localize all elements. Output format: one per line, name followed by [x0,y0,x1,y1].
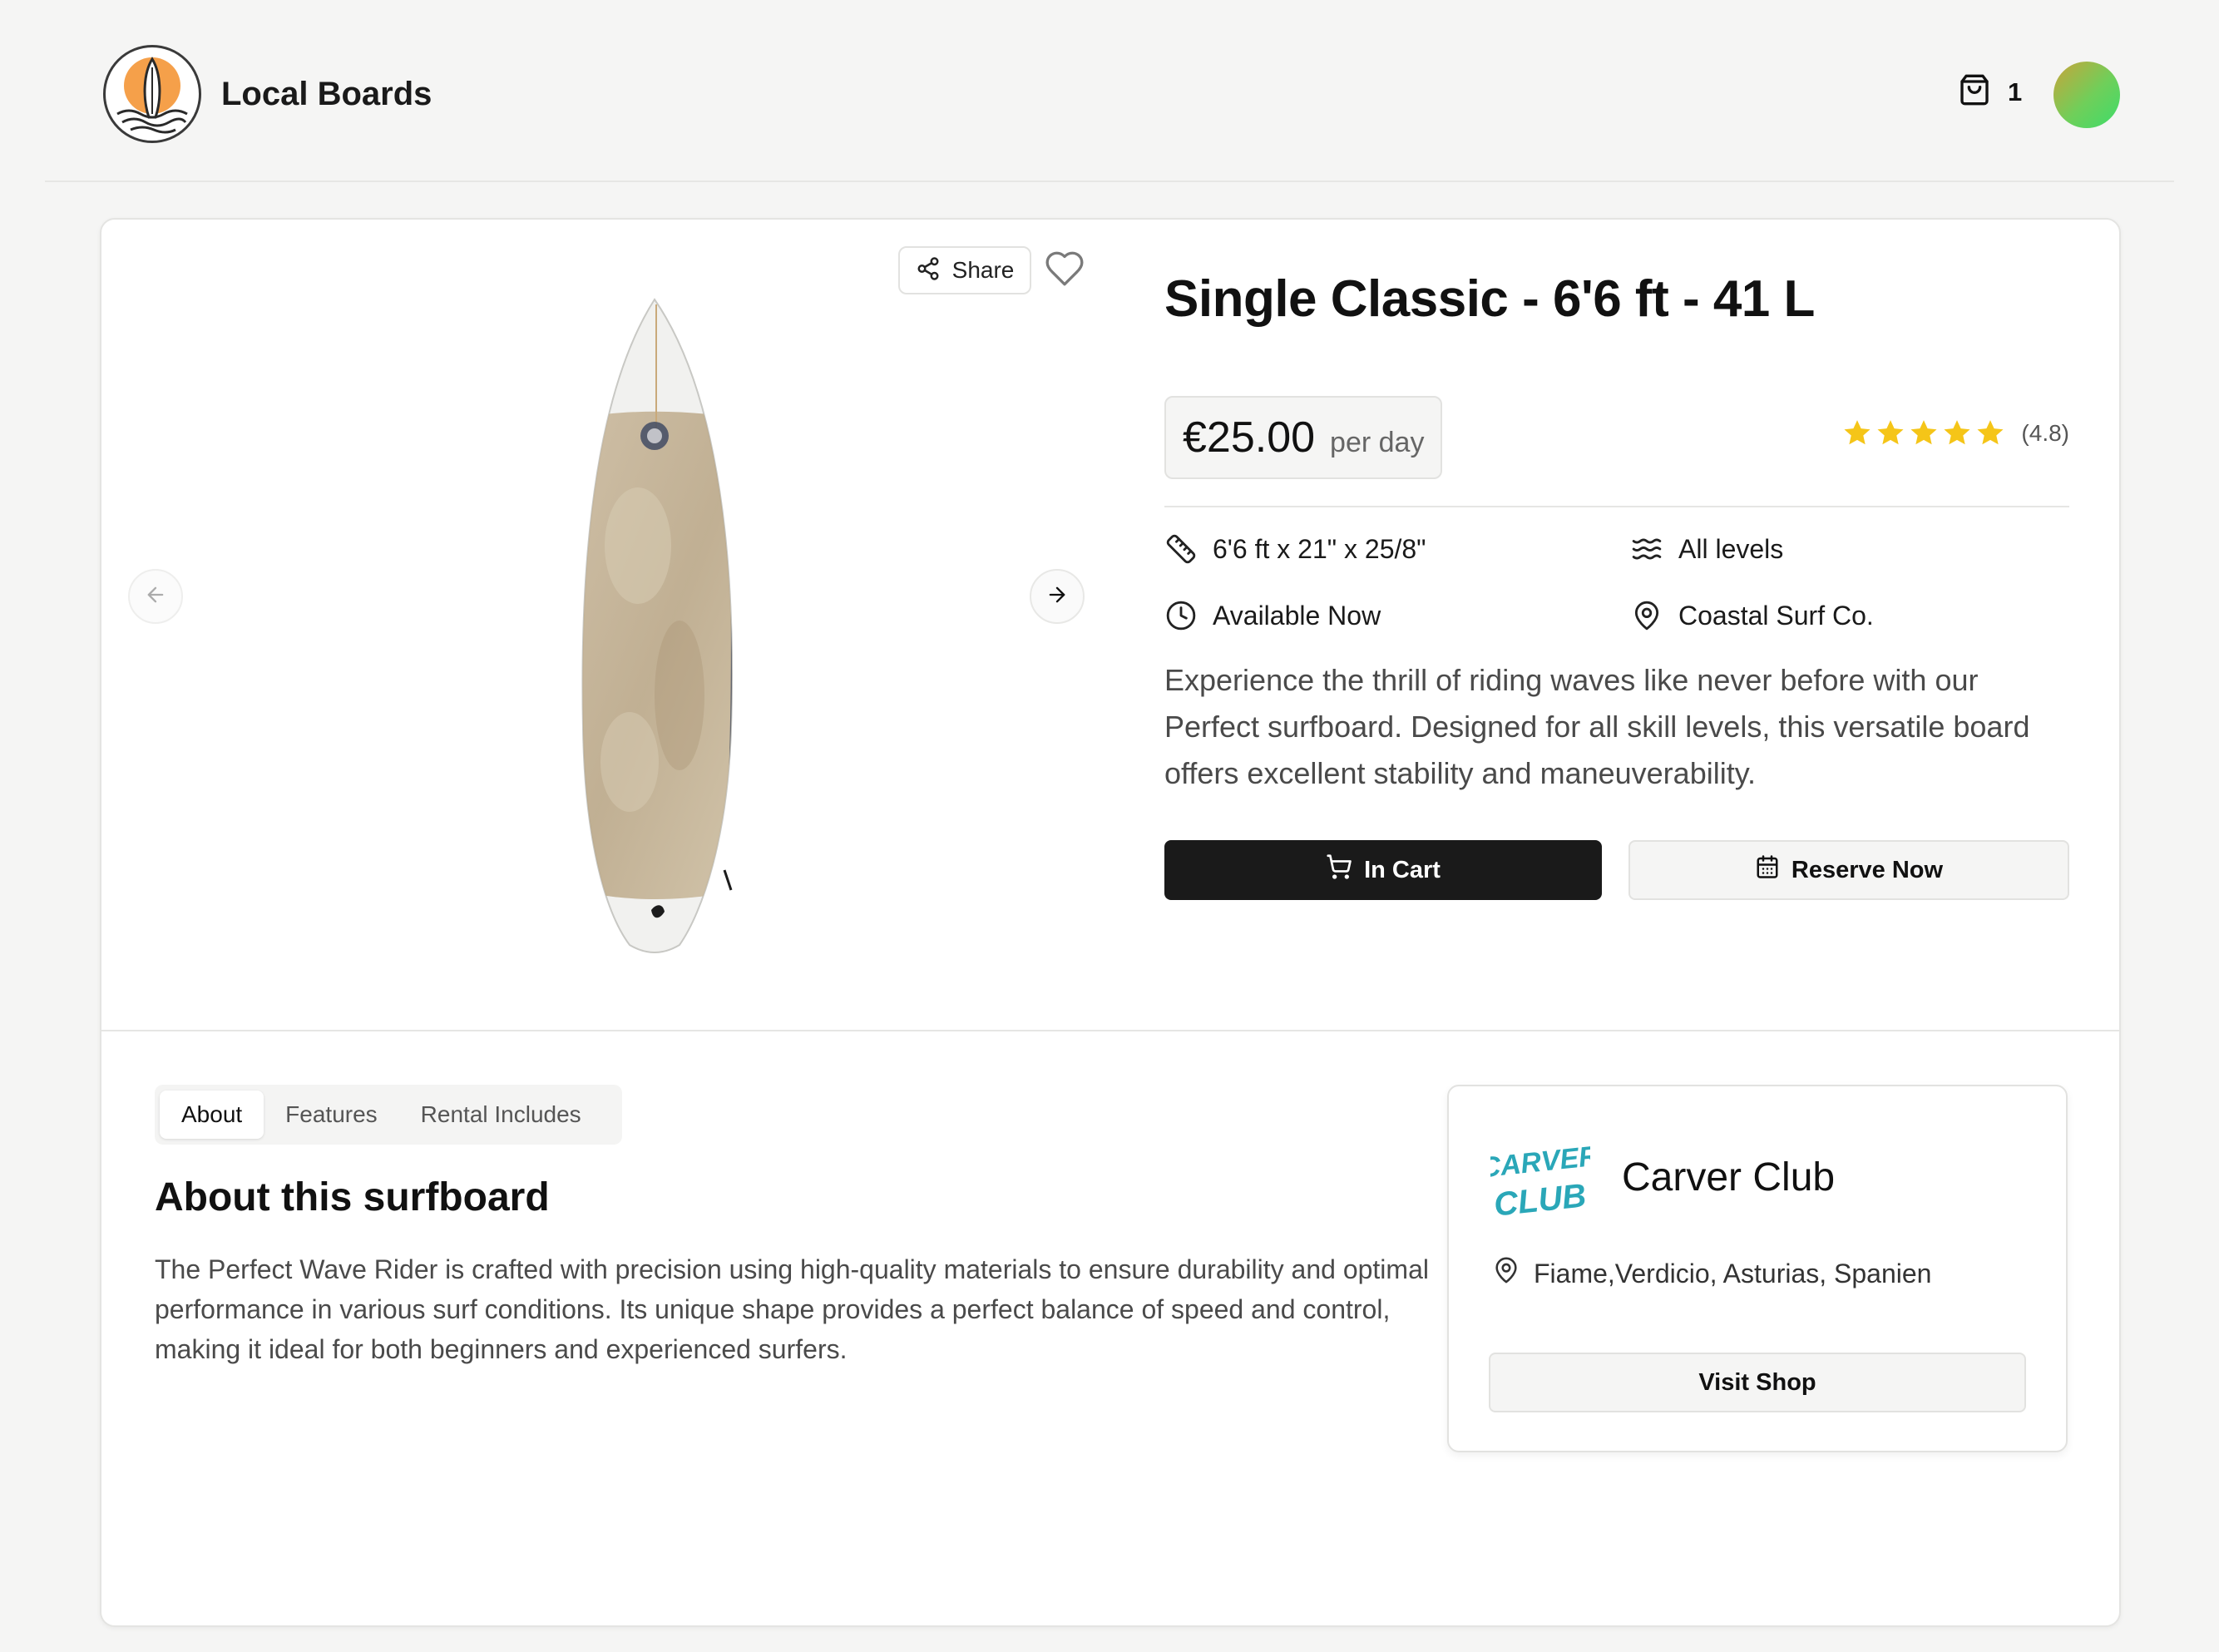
section-divider [101,1030,2119,1031]
spec-skill-level: All levels [1630,532,1783,566]
previous-image-button[interactable] [128,569,183,624]
waves-icon [1630,532,1663,566]
map-pin-icon [1492,1256,1520,1291]
next-image-button[interactable] [1030,569,1085,624]
product-info: Single Classic - 6'6 ft - 41 L €25.00 pe… [1164,270,2069,900]
spec-availability: Available Now [1164,599,1381,632]
product-description: Experience the thrill of riding waves li… [1164,663,2030,790]
details-tabs: About Features Rental Includes [155,1085,622,1145]
shop-name: Carver Club [1622,1155,1836,1199]
about-text: The Perfect Wave Rider is crafted with p… [155,1254,1429,1364]
price-amount: €25.00 [1183,413,1316,462]
calendar-icon [1755,854,1780,886]
rating-value: (4.8) [2021,420,2069,446]
shop-card: CARVER CLUB Carver Club Fiame,Verdicio, … [1447,1085,2068,1452]
reserve-now-button[interactable]: Reserve Now [1628,840,2069,900]
brand-link[interactable]: Local Boards [103,45,432,143]
star-icon [1944,420,1970,445]
arrow-right-icon [1045,583,1069,611]
product-card: Share Single Classic - 6'6 ft - 41 L €25… [100,218,2121,1627]
divider [1164,506,2069,507]
arrow-left-icon [144,583,167,611]
brand-name: Local Boards [221,75,432,112]
cart-count-badge: 1 [2008,77,2023,106]
spec-dimensions: 6'6 ft x 21" x 25/8" [1164,532,1426,566]
in-cart-button[interactable]: In Cart [1164,840,1602,900]
star-icon [1910,420,1937,445]
product-title: Single Classic - 6'6 ft - 41 L [1164,270,1815,328]
spec-location-value: Coastal Surf Co. [1678,600,1874,631]
surfboard-image [513,296,796,957]
brand-logo [103,45,201,143]
user-avatar[interactable] [2053,62,2120,128]
spec-dimensions-value: 6'6 ft x 21" x 25/8" [1213,533,1426,564]
star-icon [1977,420,2004,445]
favorite-heart-icon[interactable] [1044,248,1085,294]
clock-icon [1164,599,1198,632]
star-rating [1841,418,2006,449]
in-cart-label: In Cart [1364,856,1441,883]
rating: (4.8) [1841,418,2069,449]
price-tag: €25.00 per day [1164,396,1442,479]
shop-logo: CARVER CLUB [1479,1128,1601,1231]
shop-logo-text-bottom: CLUB [1492,1177,1588,1223]
top-header: Local Boards 1 [45,0,2174,182]
map-pin-icon [1630,599,1663,632]
spec-skill-level-value: All levels [1678,533,1784,564]
ruler-icon [1164,532,1198,566]
spec-location: Coastal Surf Co. [1630,599,1874,632]
shop-address: Fiame,Verdicio, Asturias, Spanien [1492,1256,1931,1291]
spec-availability-value: Available Now [1213,600,1381,631]
reserve-now-label: Reserve Now [1791,856,1944,883]
share-icon [916,256,941,285]
cart-button[interactable]: 1 [1958,73,2022,111]
about-heading: About this surfboard [155,1175,550,1219]
shopping-cart-icon [1326,853,1352,887]
share-button[interactable]: Share [898,246,1031,294]
shopping-bag-icon [1958,73,1991,111]
shop-address-text: Fiame,Verdicio, Asturias, Spanien [1534,1258,1932,1288]
share-label: Share [951,257,1015,283]
star-icon [1844,420,1871,445]
visit-shop-button[interactable]: Visit Shop [1489,1353,2026,1412]
tab-about[interactable]: About [160,1091,264,1139]
tab-features[interactable]: Features [264,1091,399,1139]
price-unit: per day [1330,427,1425,458]
star-icon [1877,420,1904,445]
tab-rental-includes[interactable]: Rental Includes [399,1091,603,1139]
